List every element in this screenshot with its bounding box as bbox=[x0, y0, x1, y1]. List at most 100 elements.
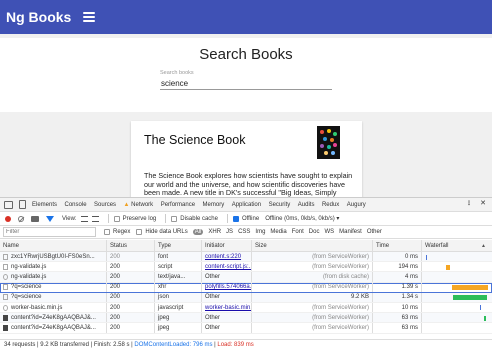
waterfall-bar bbox=[453, 295, 487, 301]
waterfall-cell bbox=[421, 323, 492, 333]
request-time: 194 ms bbox=[372, 262, 421, 272]
request-time: 1.39 s bbox=[372, 282, 421, 292]
regex-label: Regex bbox=[113, 229, 131, 235]
filter-input[interactable] bbox=[3, 227, 96, 237]
request-name: ?q=science bbox=[0, 293, 106, 302]
waterfall-bar bbox=[452, 285, 488, 291]
request-status: 200 bbox=[106, 252, 154, 262]
regex-checkbox[interactable] bbox=[104, 229, 110, 235]
devtools-tabbar: Elements Console Sources ▲ Network Perfo… bbox=[0, 198, 492, 212]
tab-memory[interactable]: Memory bbox=[203, 202, 225, 208]
tab-console[interactable]: Console bbox=[65, 202, 87, 208]
disable-cache-checkbox[interactable] bbox=[171, 215, 178, 222]
book-card[interactable]: The Science Book The Science Book explor… bbox=[131, 121, 362, 197]
column-header-name[interactable]: Name bbox=[0, 240, 106, 251]
tab-augury[interactable]: Augury bbox=[347, 202, 366, 208]
type-filter-manifest[interactable]: Manifest bbox=[339, 229, 362, 235]
status-domcontentloaded: DOMContentLoaded: 796 ms bbox=[134, 342, 213, 348]
preserve-log-checkbox[interactable] bbox=[113, 215, 120, 222]
file-icon bbox=[3, 253, 8, 260]
type-filter-media[interactable]: Media bbox=[270, 229, 286, 235]
request-size: (from ServiceWorker) bbox=[251, 262, 372, 272]
screenshot-icon[interactable] bbox=[31, 215, 39, 222]
table-row[interactable]: worker-basic.min.js 200 javascript worke… bbox=[0, 302, 492, 314]
tab-redux[interactable]: Redux bbox=[322, 202, 339, 208]
request-name-text: ?q=science bbox=[11, 284, 42, 291]
request-status: 200 bbox=[106, 262, 154, 272]
type-filter-doc[interactable]: Doc bbox=[309, 229, 320, 235]
close-icon[interactable]: ✕ bbox=[480, 199, 486, 207]
overview-icon[interactable] bbox=[91, 215, 99, 222]
request-size: (from ServiceWorker) bbox=[251, 313, 372, 323]
request-initiator: Other bbox=[201, 272, 251, 282]
devtools-panel: Elements Console Sources ▲ Network Perfo… bbox=[0, 197, 492, 350]
column-header-size[interactable]: Size bbox=[251, 240, 372, 251]
hamburger-menu-icon[interactable] bbox=[83, 12, 96, 22]
table-header: Name Status Type Initiator Size Time Wat… bbox=[0, 240, 492, 252]
throttling-select[interactable]: Offline (0ms, 0kb/s, 0kb/s) ▾ bbox=[265, 215, 339, 222]
hide-data-urls-option[interactable]: Hide data URLs bbox=[136, 229, 188, 235]
table-row[interactable]: content?id=Z4eK8gAAQBAJ&... 200 jpeg Oth… bbox=[0, 323, 492, 334]
record-icon[interactable] bbox=[5, 215, 11, 222]
request-status: 200 bbox=[106, 302, 154, 313]
request-time: 0 ms bbox=[372, 252, 421, 262]
request-name-text: zxc1YRwrjUSBgtU0I-FS0eSn... bbox=[11, 253, 95, 260]
tab-audits[interactable]: Audits bbox=[298, 202, 315, 208]
column-header-type[interactable]: Type bbox=[154, 240, 201, 251]
file-icon bbox=[3, 284, 8, 291]
table-row[interactable]: ng-validate.js 200 script content-script… bbox=[0, 262, 492, 273]
app-brand[interactable]: Ng Books bbox=[6, 9, 71, 25]
type-filter-all[interactable]: All bbox=[192, 229, 204, 235]
request-name-text: content?id=Z4eK8gAAQBAJ&... bbox=[11, 314, 96, 321]
hide-data-urls-checkbox[interactable] bbox=[136, 229, 143, 235]
offline-checkbox[interactable] bbox=[232, 215, 239, 222]
request-initiator[interactable]: content-script.js:... bbox=[201, 262, 251, 272]
device-toolbar-icon[interactable] bbox=[19, 200, 26, 209]
inspect-element-icon[interactable] bbox=[4, 200, 13, 209]
column-header-initiator[interactable]: Initiator bbox=[201, 240, 251, 251]
filter-icon[interactable] bbox=[46, 215, 54, 222]
book-title[interactable]: The Science Book bbox=[144, 133, 245, 147]
type-filter-css[interactable]: CSS bbox=[238, 229, 250, 235]
request-status: 200 bbox=[106, 292, 154, 302]
request-initiator[interactable]: content.s:220 bbox=[201, 252, 251, 262]
table-row[interactable]: content?id=Z4eK8gAAQBAJ&... 200 jpeg Oth… bbox=[0, 313, 492, 324]
tab-sources[interactable]: Sources bbox=[94, 202, 116, 208]
tab-performance[interactable]: Performance bbox=[161, 202, 195, 208]
hide-data-urls-label: Hide data URLs bbox=[145, 229, 188, 235]
search-input[interactable] bbox=[160, 78, 332, 90]
request-type: jpeg bbox=[154, 323, 201, 333]
clear-icon[interactable] bbox=[18, 215, 24, 222]
regex-option[interactable]: Regex bbox=[104, 229, 130, 235]
tab-security[interactable]: Security bbox=[269, 202, 291, 208]
more-options-icon[interactable]: ⋮ bbox=[466, 200, 472, 207]
column-header-time[interactable]: Time bbox=[372, 240, 421, 251]
file-icon bbox=[3, 294, 8, 301]
status-summary: 34 requests | 9.2 KB transferred | Finis… bbox=[4, 342, 133, 348]
request-type: script bbox=[154, 262, 201, 272]
app-viewport: Ng Books Search Books Search books The S… bbox=[0, 0, 492, 197]
tab-application[interactable]: Application bbox=[232, 202, 261, 208]
type-filter-img[interactable]: Img bbox=[255, 229, 265, 235]
table-row[interactable]: zxc1YRwrjUSBgtU0I-FS0eSn... 200 font con… bbox=[0, 252, 492, 263]
column-header-status[interactable]: Status bbox=[106, 240, 154, 251]
network-request-table: Name Status Type Initiator Size Time Wat… bbox=[0, 240, 492, 334]
request-name: ?q=science bbox=[0, 283, 106, 292]
large-rows-icon[interactable] bbox=[80, 215, 88, 222]
type-filter-font[interactable]: Font bbox=[292, 229, 304, 235]
filter-bar: Regex Hide data URLs All XHR JS CSS Img … bbox=[0, 226, 492, 239]
waterfall-cell bbox=[421, 313, 492, 323]
request-initiator[interactable]: worker-basic.min.js bbox=[201, 302, 251, 313]
type-filter-ws[interactable]: WS bbox=[324, 229, 334, 235]
table-row[interactable]: ng-validate.js 200 text/java... Other (f… bbox=[0, 272, 492, 283]
type-filter-other[interactable]: Other bbox=[367, 229, 382, 235]
request-type: xhr bbox=[154, 282, 201, 292]
column-header-waterfall[interactable]: Waterfall ▲ bbox=[421, 240, 492, 251]
tab-network[interactable]: ▲ Network bbox=[124, 202, 154, 208]
request-initiator[interactable]: polyfills.574066a... bbox=[201, 282, 251, 292]
type-filter-xhr[interactable]: XHR bbox=[208, 229, 221, 235]
table-row[interactable]: ?q=science 200 json Other 9.2 KB 1.34 s bbox=[0, 292, 492, 303]
type-filter-js[interactable]: JS bbox=[226, 229, 233, 235]
tab-elements[interactable]: Elements bbox=[32, 202, 57, 208]
table-row-selected[interactable]: ?q=science 200 xhr polyfills.574066a... … bbox=[0, 282, 492, 293]
